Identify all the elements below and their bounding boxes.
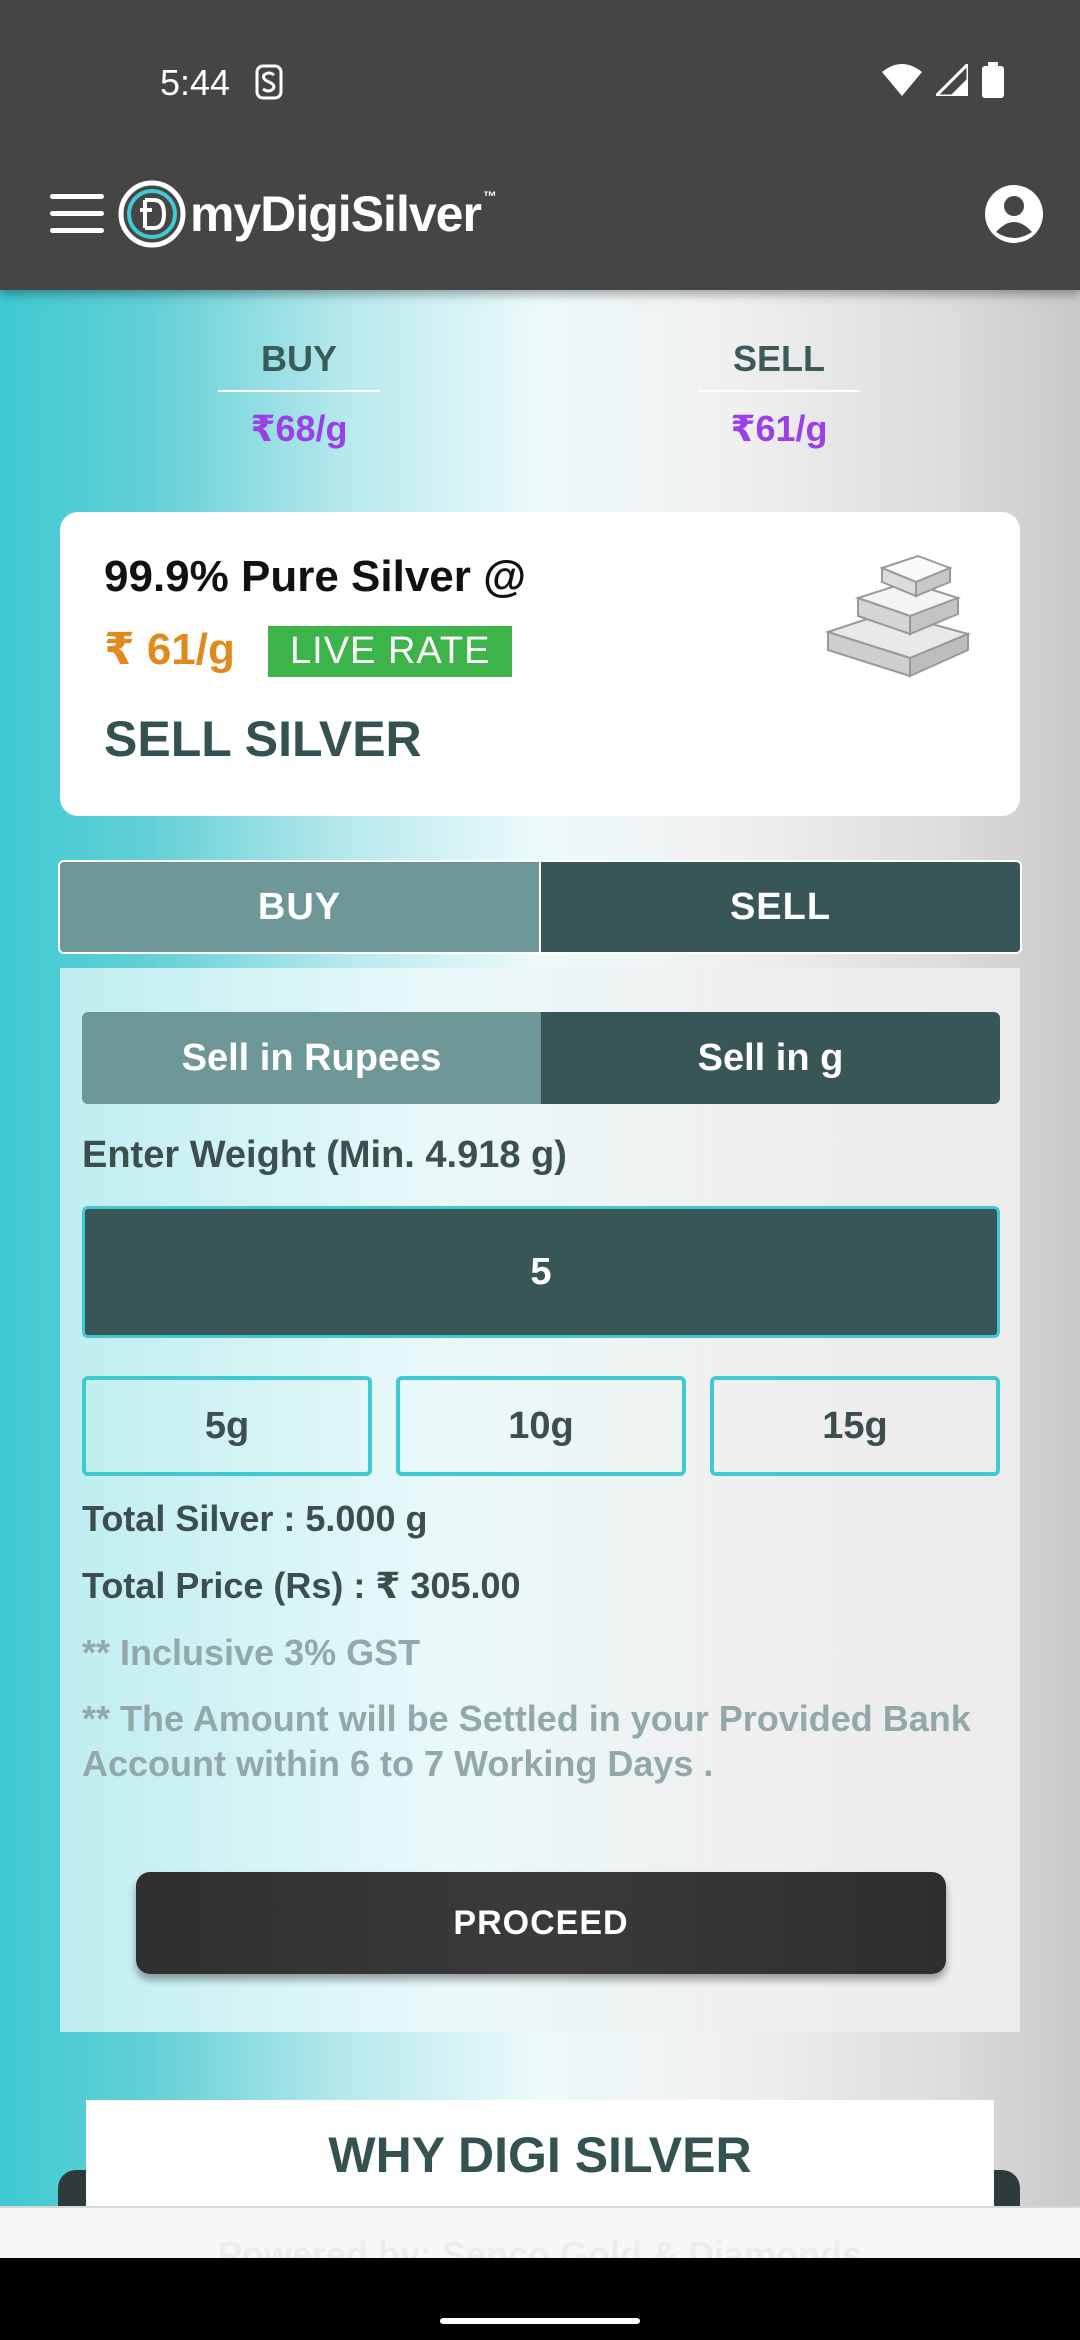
trade-tabs: BUY SELL: [58, 860, 1022, 954]
brand-name: myDigiSilver: [190, 186, 482, 242]
main-content: BUY ₹68/g SELL ₹61/g 99.9% Pure Silver @…: [0, 290, 1080, 2210]
buy-rate-label: BUY: [218, 338, 380, 392]
chip-5g[interactable]: 5g: [82, 1376, 372, 1476]
signal-icon: [936, 64, 968, 96]
weight-input[interactable]: [82, 1206, 1000, 1338]
status-icons: [882, 62, 1004, 98]
home-gesture-handle[interactable]: [440, 2318, 640, 2324]
buy-rate-value: ₹68/g: [250, 408, 348, 449]
tab-sell[interactable]: SELL: [541, 862, 1020, 952]
sell-mode-toggle: Sell in Rupees Sell in g: [82, 1012, 1000, 1104]
chip-10g[interactable]: 10g: [396, 1376, 686, 1476]
settlement-note: ** The Amount will be Settled in your Pr…: [82, 1698, 971, 1784]
s-app-icon: [255, 64, 283, 100]
system-nav-bar: [0, 2258, 1080, 2340]
live-rate-badge: LIVE RATE: [268, 626, 513, 677]
battery-icon: [982, 62, 1004, 98]
total-price: Total Price (Rs) : ₹ 305.00: [82, 1565, 521, 1606]
buy-rate: BUY ₹68/g: [218, 338, 380, 450]
gst-note: ** Inclusive 3% GST: [82, 1632, 421, 1673]
wifi-icon: [882, 64, 922, 96]
hamburger-menu-icon[interactable]: [50, 194, 104, 234]
sell-rate: SELL ₹61/g: [698, 338, 860, 450]
sell-rate-label: SELL: [698, 338, 860, 392]
weight-label: Enter Weight (Min. 4.918 g): [82, 1134, 567, 1176]
purity-title: 99.9% Pure Silver @: [104, 552, 527, 601]
why-digi-silver-title: WHY DIGI SILVER: [328, 2127, 752, 2183]
digisilver-logo-icon: [118, 180, 186, 248]
silver-info-card: 99.9% Pure Silver @ ₹ 61/g LIVE RATE SEL…: [60, 512, 1020, 816]
quick-weight-chips: 5g 10g 15g: [82, 1376, 1000, 1476]
tab-buy[interactable]: BUY: [60, 862, 541, 952]
proceed-button[interactable]: PROCEED: [136, 1872, 946, 1974]
status-time: 5:44: [160, 62, 231, 103]
chip-15g[interactable]: 15g: [710, 1376, 1000, 1476]
app-logo: myDigiSilver ™: [118, 180, 497, 248]
why-digi-silver-card: WHY DIGI SILVER: [86, 2100, 994, 2210]
sell-in-rupees-tab[interactable]: Sell in Rupees: [82, 1012, 541, 1104]
app-header: 5:44 myDigiSilver ™: [0, 0, 1080, 290]
total-silver: Total Silver : 5.000 g: [82, 1498, 428, 1539]
sell-panel: Sell in Rupees Sell in g Enter Weight (M…: [60, 968, 1020, 2032]
sell-rate-value: ₹61/g: [730, 408, 828, 449]
sell-silver-heading: SELL SILVER: [104, 711, 422, 767]
silver-bars-icon: [824, 554, 972, 678]
trademark: ™: [482, 188, 497, 204]
live-rate-value: ₹ 61/g: [104, 625, 235, 674]
account-circle-icon[interactable]: [984, 184, 1044, 244]
sell-in-grams-tab[interactable]: Sell in g: [541, 1012, 1000, 1104]
